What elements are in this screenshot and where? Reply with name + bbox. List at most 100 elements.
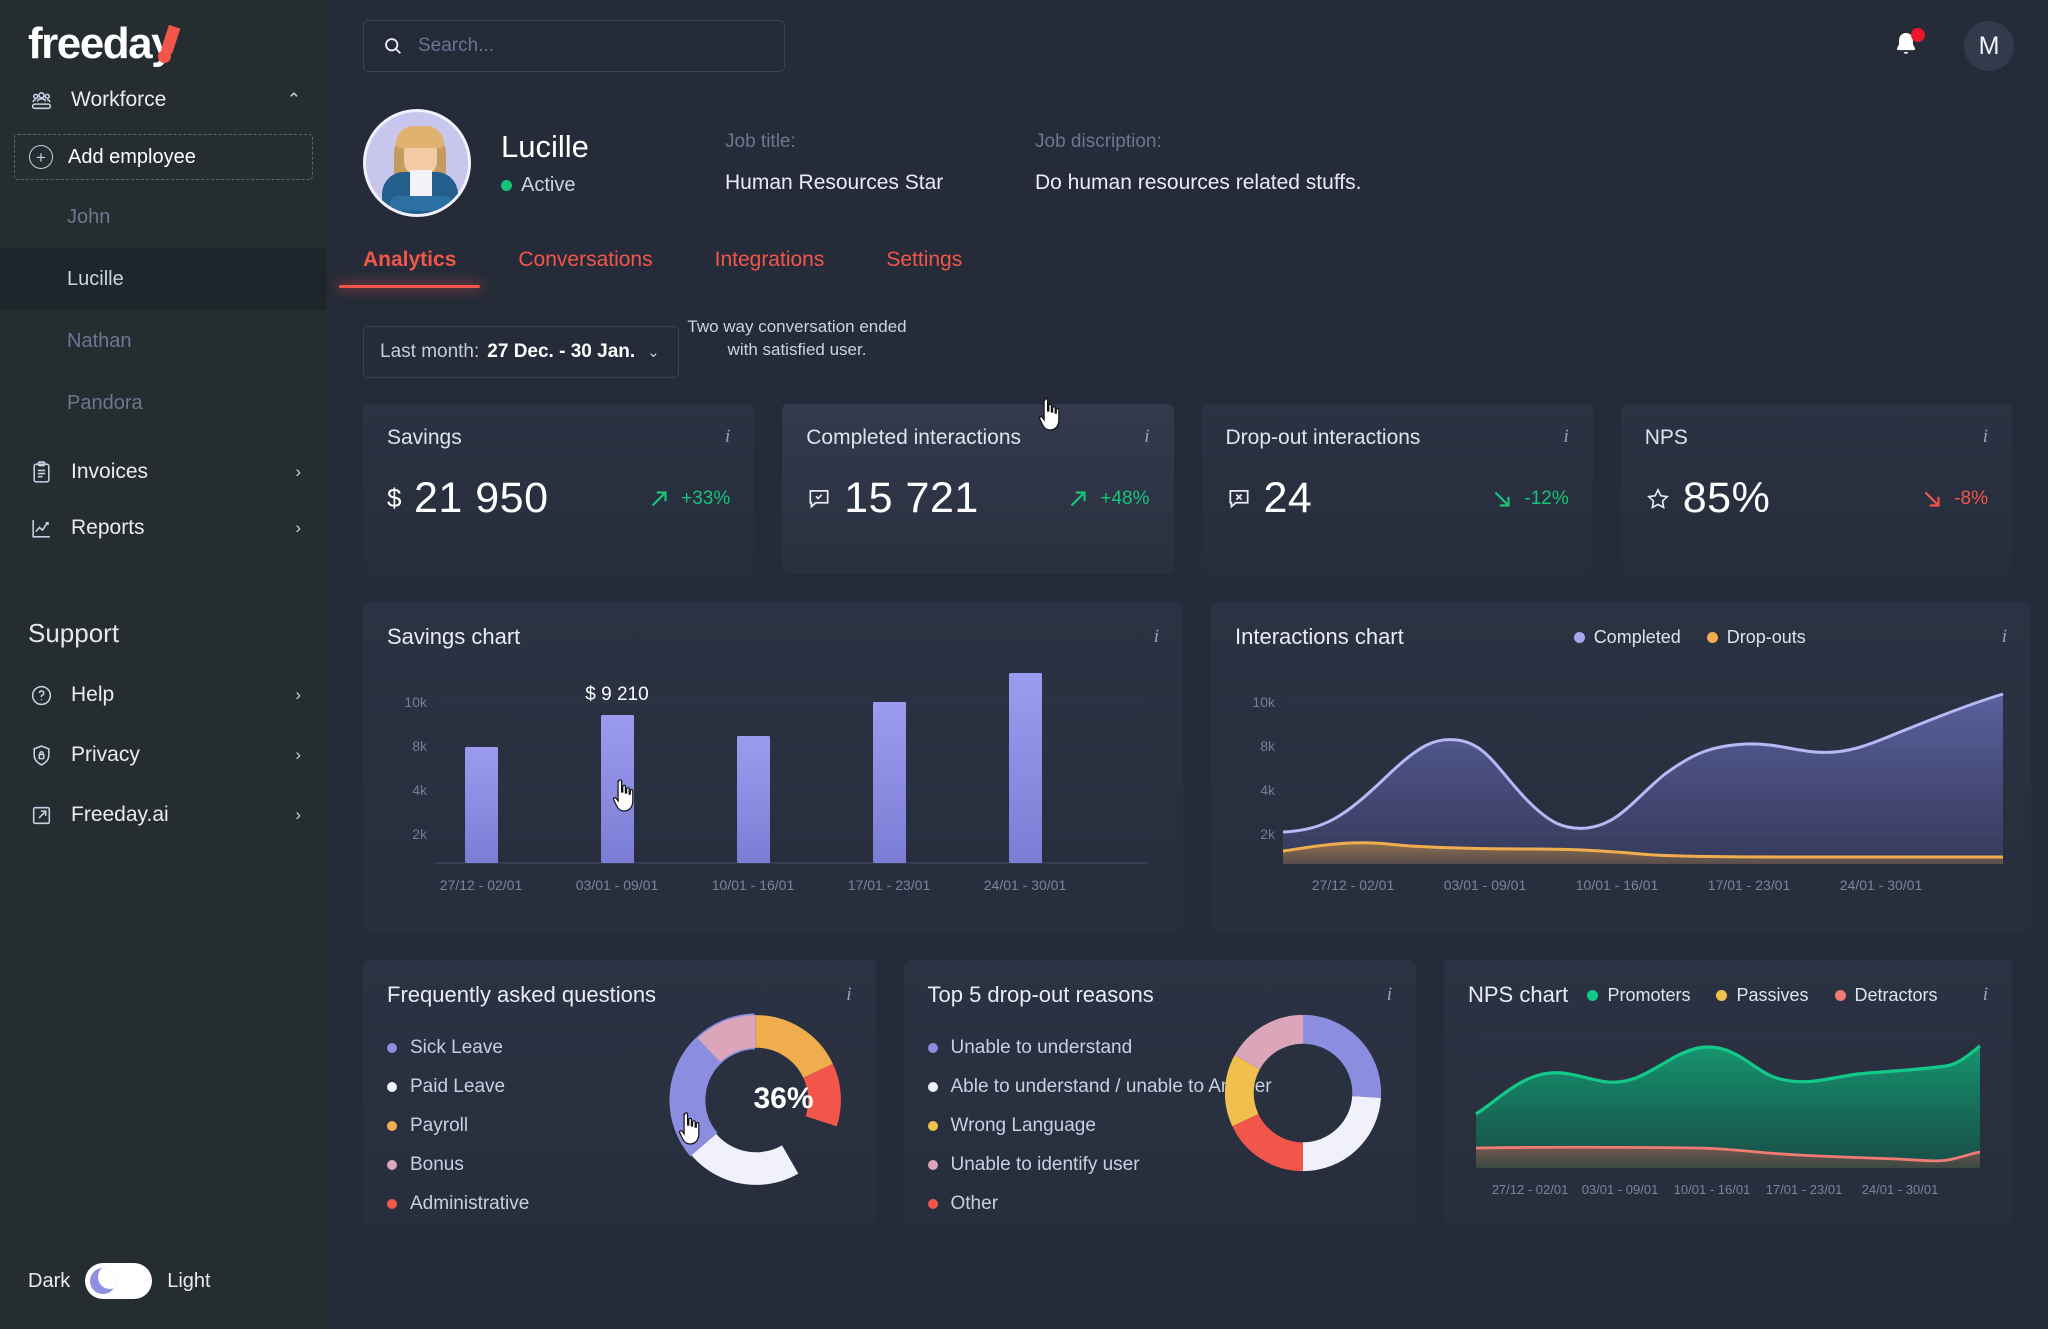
theme-switch[interactable] — [85, 1263, 152, 1299]
sidebar-employee-pandora[interactable]: Pandora — [0, 372, 327, 434]
profile-identity: Lucille Active — [501, 129, 719, 197]
kpi-title: Completed interactions — [806, 426, 1021, 450]
kpi-delta-value: -12% — [1524, 488, 1568, 510]
svg-text:10k: 10k — [1252, 694, 1276, 710]
plus-circle-icon: + — [29, 145, 53, 169]
employee-label: Nathan — [67, 330, 132, 353]
legend-item-passives[interactable]: Passives — [1716, 985, 1808, 1006]
nps-area-chart: 27/12 - 02/01 03/01 - 09/01 10/01 - 16/0… — [1468, 1022, 1988, 1210]
kpi-title: Savings — [387, 426, 462, 450]
svg-text:17/01 - 23/01: 17/01 - 23/01 — [1766, 1182, 1843, 1197]
sidebar-item-invoices[interactable]: Invoices › — [0, 448, 327, 496]
info-icon[interactable]: i — [1144, 426, 1149, 448]
savings-bar-chart: 10k8k 4k2k $ 9 210 27/12 - 02/01 03/01 -… — [387, 658, 1159, 906]
card-title: Top 5 drop-out reasons — [928, 982, 1154, 1008]
sidebar: freeday Workforce ⌃ + Add employee John … — [0, 0, 327, 1329]
info-icon[interactable]: i — [1154, 626, 1159, 648]
info-icon[interactable]: i — [2002, 626, 2007, 648]
kpi-value-group: 85% — [1645, 474, 1771, 523]
status-dot-icon — [501, 180, 512, 191]
arrow-down-right-icon — [1489, 486, 1515, 512]
search-input[interactable]: Search... — [418, 35, 494, 57]
kpi-card-savings[interactable]: Savings i $ 21 950 +33% — [363, 404, 754, 574]
legend-label: Drop-outs — [1727, 627, 1806, 648]
sidebar-item-label: Privacy — [71, 743, 140, 767]
interactions-chart-card: Interactions chart Completed Drop-outs i — [1211, 602, 2031, 932]
sidebar-item-freeday-ai[interactable]: Freeday.ai › — [0, 791, 327, 839]
profile-avatar — [363, 109, 471, 217]
notifications-button[interactable] — [1890, 29, 1924, 63]
kpi-card-completed-interactions[interactable]: Completed interactions i 15 721 + — [782, 404, 1173, 574]
brand-name: freeday — [28, 19, 174, 68]
sidebar-flex-spacer — [0, 839, 327, 1263]
job-title-value: Human Resources Star — [725, 171, 1035, 195]
people-icon — [28, 87, 54, 113]
legend-item-dropouts[interactable]: Drop-outs — [1707, 627, 1806, 648]
tab-analytics[interactable]: Analytics — [363, 248, 456, 288]
theme-toggle-group: Dark Light — [0, 1263, 327, 1329]
card-title: Frequently asked questions — [387, 982, 656, 1008]
info-icon[interactable]: i — [725, 426, 730, 448]
svg-text:4k: 4k — [412, 782, 428, 798]
legend-item[interactable]: Other — [928, 1184, 1393, 1223]
svg-text:$ 9 210: $ 9 210 — [585, 684, 648, 705]
legend-item-promoters[interactable]: Promoters — [1587, 985, 1690, 1006]
svg-text:10/01 - 16/01: 10/01 - 16/01 — [712, 877, 795, 893]
chevron-up-icon: ⌃ — [287, 90, 301, 110]
svg-text:2k: 2k — [1260, 826, 1276, 842]
sidebar-item-privacy[interactable]: Privacy › — [0, 731, 327, 779]
theme-dark-label: Dark — [28, 1270, 70, 1293]
arrow-down-right-icon — [1919, 486, 1945, 512]
legend-label: Unable to identify user — [951, 1154, 1140, 1176]
kpi-card-nps[interactable]: NPS i 85% -8% — [1621, 404, 2012, 574]
svg-text:2k: 2k — [412, 826, 428, 842]
kpi-card-dropout-interactions[interactable]: Drop-out interactions i 24 -12% — [1202, 404, 1593, 574]
kpi-row: Two way conversation ended with satisfie… — [327, 378, 2048, 574]
sidebar-spacer — [0, 552, 327, 592]
svg-text:10/01 - 16/01: 10/01 - 16/01 — [1674, 1182, 1751, 1197]
employee-label: Pandora — [67, 392, 143, 415]
svg-text:03/01 - 09/01: 03/01 - 09/01 — [1444, 877, 1527, 893]
svg-text:17/01 - 23/01: 17/01 - 23/01 — [848, 877, 931, 893]
main-content: Search... M — [327, 0, 2048, 1329]
date-range-prefix: Last month: — [380, 341, 479, 363]
sidebar-employee-lucille[interactable]: Lucille — [0, 248, 327, 310]
user-avatar[interactable]: M — [1964, 21, 2014, 71]
sidebar-item-workforce[interactable]: Workforce ⌃ — [0, 76, 327, 124]
sidebar-employee-nathan[interactable]: Nathan — [0, 310, 327, 372]
legend-label: Wrong Language — [951, 1115, 1096, 1137]
date-range-filter[interactable]: Last month: 27 Dec. - 30 Jan. ⌄ — [363, 326, 679, 378]
info-icon[interactable]: i — [1983, 426, 1988, 448]
tab-settings[interactable]: Settings — [886, 248, 962, 288]
date-range-value: 27 Dec. - 30 Jan. — [487, 341, 635, 363]
svg-text:03/01 - 09/01: 03/01 - 09/01 — [1582, 1182, 1659, 1197]
nps-legend: Promoters Passives Detractors — [1587, 985, 1937, 1006]
legend-item-completed[interactable]: Completed — [1574, 627, 1681, 648]
legend-label: Passives — [1736, 985, 1808, 1006]
kpi-delta-value: +33% — [681, 488, 730, 510]
sidebar-item-help[interactable]: Help › — [0, 671, 327, 719]
add-employee-button[interactable]: + Add employee — [14, 134, 313, 180]
kpi-delta: -8% — [1919, 486, 1988, 512]
sidebar-employee-john[interactable]: John — [0, 186, 327, 248]
tab-integrations[interactable]: Integrations — [715, 248, 825, 288]
chevron-right-icon: › — [295, 685, 301, 705]
search-box[interactable]: Search... — [363, 20, 785, 72]
kpi-value-group: 24 — [1226, 474, 1313, 523]
tab-conversations[interactable]: Conversations — [518, 248, 652, 288]
savings-chart-card: Savings chart i — [363, 602, 1183, 932]
info-icon[interactable]: i — [1563, 426, 1568, 448]
legend-item-detractors[interactable]: Detractors — [1835, 985, 1938, 1006]
job-description-value: Do human resources related stuffs. — [1035, 171, 1455, 195]
sidebar-item-reports[interactable]: Reports › — [0, 504, 327, 552]
legend-label: Other — [951, 1193, 999, 1215]
faq-card: Frequently asked questions i Sick Leave … — [363, 960, 876, 1225]
kpi-value: 21 950 — [414, 474, 549, 523]
chevron-right-icon: › — [295, 518, 301, 538]
chevron-right-icon: › — [295, 745, 301, 765]
avatar-initial: M — [1979, 32, 2000, 61]
brand-logo[interactable]: freeday — [0, 0, 327, 76]
svg-text:10k: 10k — [404, 694, 428, 710]
info-icon[interactable]: i — [1983, 984, 1988, 1006]
sidebar-item-label: Freeday.ai — [71, 803, 169, 827]
